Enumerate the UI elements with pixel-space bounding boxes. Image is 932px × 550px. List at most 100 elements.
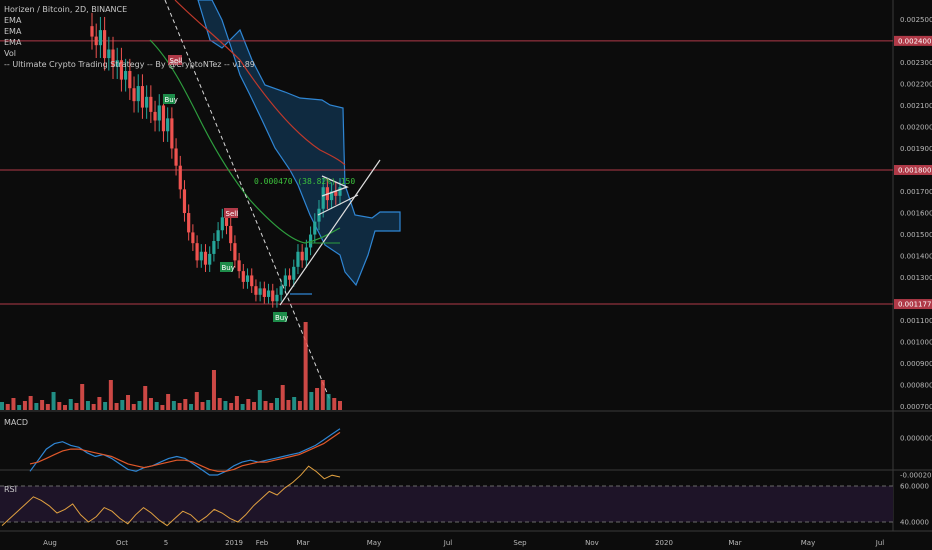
- volume-bar: [22, 401, 27, 410]
- volume-bar: [320, 380, 325, 410]
- price-axis: 0.002500 0.002300 0.002200 0.002100 0.002000…: [900, 16, 932, 411]
- signal-buy-3-text: Buy: [275, 314, 288, 322]
- legend-vol[interactable]: Vol: [4, 48, 255, 59]
- candle-body: [304, 247, 308, 261]
- candle-body: [174, 148, 178, 166]
- volume-bar: [269, 403, 274, 410]
- price-axis-label: 0.001500: [900, 231, 932, 239]
- time-axis-label: Mar: [296, 539, 309, 547]
- time-axis-label: Jul: [443, 539, 453, 547]
- price-axis-label: 0.002000: [900, 123, 932, 131]
- candle-body: [275, 294, 279, 302]
- volume-bar: [257, 390, 262, 410]
- candle-body: [128, 71, 132, 89]
- volume-bar: [160, 405, 165, 410]
- macd-axis: 0.000000 -0.000200: [900, 435, 932, 480]
- time-axis-label: Jul: [875, 539, 885, 547]
- volume-bar: [309, 392, 314, 410]
- volume-bar: [206, 400, 211, 410]
- price-axis-label: 0.001900: [900, 145, 932, 153]
- candle-body: [178, 165, 182, 190]
- volume-bar: [108, 380, 113, 410]
- candle-body: [262, 288, 266, 297]
- volume-bar: [137, 401, 142, 410]
- legend-ema-3[interactable]: EMA: [4, 37, 255, 48]
- volume-bar: [292, 397, 297, 410]
- rsi-axis: 60.0000 40.0000: [900, 483, 929, 527]
- price-axis-label: 0.001000: [900, 339, 932, 347]
- volume-bar: [63, 405, 68, 410]
- volume-bar: [303, 322, 308, 410]
- volume-bar: [11, 398, 16, 410]
- time-axis-label: Mar: [728, 539, 741, 547]
- price-axis-label: 0.001700: [900, 188, 932, 196]
- signal-buy-1: Buy: [163, 94, 178, 104]
- price-tag-text: 0.001800: [898, 166, 931, 174]
- volume-bar: [80, 384, 85, 410]
- volume-bar: [148, 398, 153, 410]
- volume-bar: [120, 400, 125, 410]
- candle-body: [157, 105, 161, 121]
- price-axis-label: 0.000900: [900, 360, 932, 368]
- legend-strategy[interactable]: -- Ultimate Crypto Trading Strategy -- B…: [4, 59, 255, 70]
- price-axis-label: 0.002500: [900, 16, 932, 24]
- volume-bar: [211, 370, 216, 410]
- trading-chart[interactable]: 0.000470 (38.82%) 150 Sell Buy Sell Buy …: [0, 0, 932, 550]
- volume-bar: [183, 399, 188, 410]
- candle-body: [195, 243, 199, 261]
- candle-body: [254, 286, 258, 295]
- volume-bar: [154, 402, 159, 410]
- time-axis-label: 2019: [225, 539, 243, 547]
- candle-body: [313, 221, 317, 235]
- volume-bar: [240, 404, 245, 410]
- time-axis-label: Aug: [43, 539, 57, 547]
- candle-body: [241, 271, 245, 282]
- legend-ema-1[interactable]: EMA: [4, 15, 255, 26]
- candle-body: [166, 118, 170, 132]
- volume-bar: [189, 404, 194, 410]
- candle-body: [145, 96, 149, 108]
- macd-axis-label: -0.000200: [900, 472, 932, 480]
- candle-body: [296, 251, 300, 267]
- candle-body: [233, 243, 237, 261]
- candle-body: [203, 251, 208, 265]
- candle-body: [208, 253, 212, 265]
- price-tags: 0.002400 0.001800 0.001177: [894, 35, 932, 310]
- candle-body: [124, 71, 128, 80]
- volume-bar: [263, 401, 268, 410]
- volume-bar: [194, 392, 199, 410]
- price-axis-label: 0.002100: [900, 102, 932, 110]
- candle-body: [321, 187, 325, 209]
- candle-body: [292, 266, 296, 280]
- volume-bar: [85, 401, 90, 410]
- volume-bars: [0, 322, 342, 410]
- signal-buy-2: Buy: [220, 262, 235, 272]
- candle-body: [220, 217, 224, 231]
- price-axis-label: 0.001600: [900, 210, 932, 218]
- legend-symbol[interactable]: Horizen / Bitcoin, 2D, BINANCE: [4, 4, 255, 15]
- candle-body: [191, 232, 195, 244]
- legend-ema-2[interactable]: EMA: [4, 26, 255, 37]
- time-axis-label: 2020: [655, 539, 673, 547]
- time-axis-label: Oct: [116, 539, 128, 547]
- price-tag-text: 0.002400: [898, 37, 931, 45]
- time-axis-label: Sep: [513, 539, 527, 547]
- macd-pane-title[interactable]: MACD: [4, 418, 28, 427]
- macd-axis-label: 0.000000: [900, 435, 932, 443]
- candle-body: [279, 286, 283, 295]
- signal-buy-3: Buy: [273, 312, 288, 322]
- price-axis-label: 0.002200: [900, 80, 932, 88]
- time-axis-label: 5: [164, 539, 168, 547]
- price-axis-label: 0.001100: [900, 317, 932, 325]
- rsi-pane-title[interactable]: RSI: [4, 485, 17, 494]
- volume-bar: [103, 402, 108, 410]
- price-axis-label: 0.000800: [900, 382, 932, 390]
- time-axis-label: May: [801, 539, 815, 547]
- time-axis: Aug Oct 5 2019 Feb Mar May Jul Sep Nov 2020 Mar May J…: [43, 539, 884, 547]
- volume-bar: [223, 401, 228, 410]
- time-axis-label: Nov: [585, 539, 599, 547]
- volume-bar: [45, 404, 50, 410]
- volume-bar: [246, 399, 251, 410]
- volume-bar: [17, 405, 22, 410]
- volume-bar: [326, 394, 331, 410]
